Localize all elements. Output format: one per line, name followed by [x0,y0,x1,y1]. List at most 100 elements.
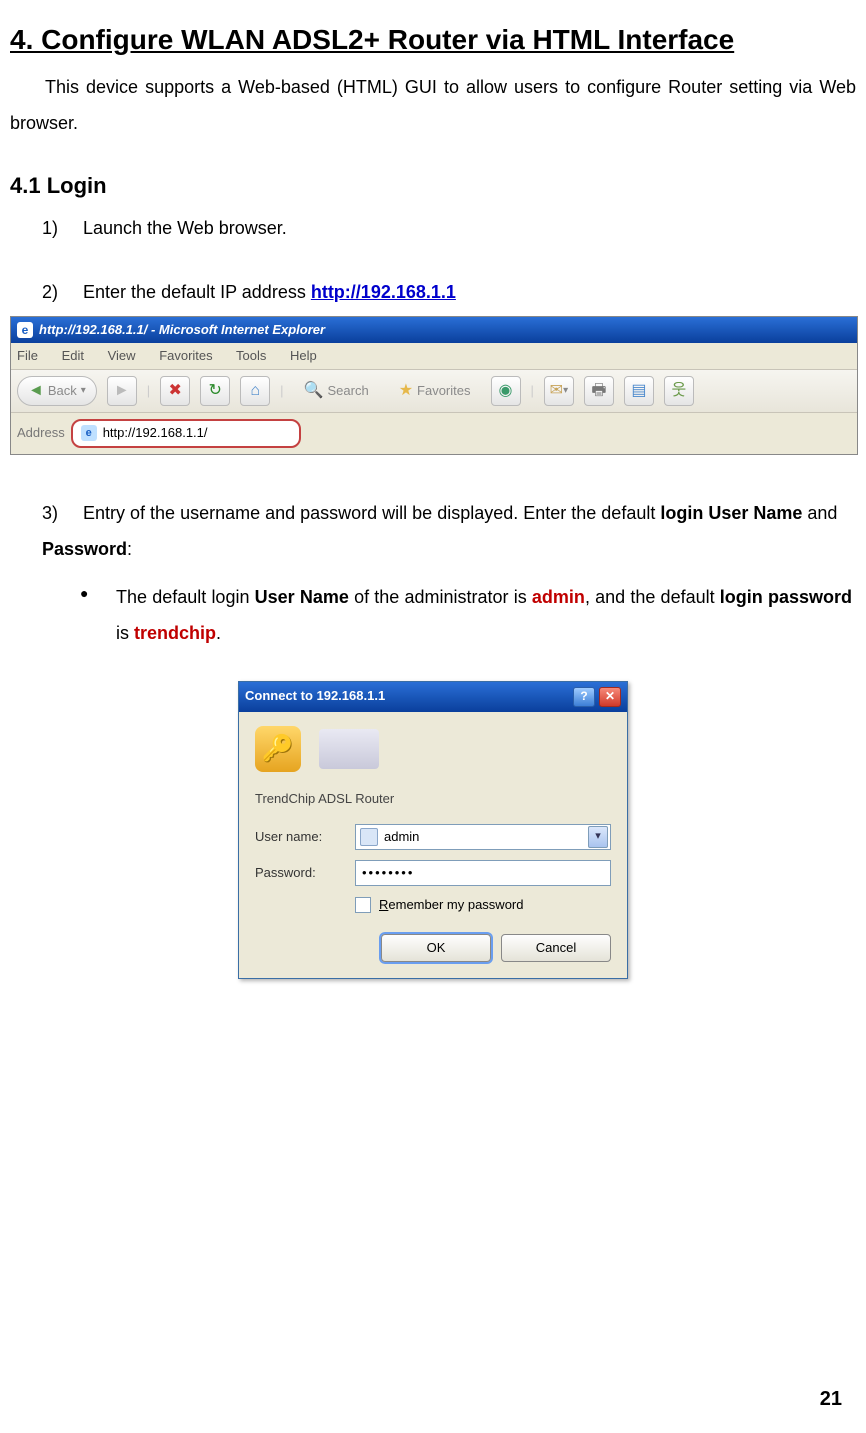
step-3-bold1: login User Name [660,503,802,523]
bullet-p3: , and the default [585,587,720,607]
media-icon: ◉ [499,380,513,402]
dialog-header-art: 🔑 [255,726,611,772]
realm-text: TrendChip ADSL Router [255,790,611,808]
search-icon: 🔍 [304,380,324,402]
cancel-label: Cancel [536,939,576,957]
password-masked: •••••••• [362,864,414,882]
bullet-b2: login password [720,587,852,607]
auth-dialog-screenshot: Connect to 192.168.1.1 ? ✕ 🔑 TrendChip A… [238,681,628,979]
password-row: Password: •••••••• [255,860,611,886]
browser-menubar: File Edit View Favorites Tools Help [11,343,857,370]
menu-help[interactable]: Help [290,348,317,363]
step-3-mid: and [802,503,837,523]
keys-icon: 🔑 [255,726,301,772]
stop-icon: ✖ [168,380,181,402]
ie-logo-icon: e [17,322,33,338]
refresh-button[interactable]: ↻ [200,376,230,406]
browser-title-text: http://192.168.1.1/ - Microsoft Internet… [39,321,325,339]
messenger-icon: 웃 [672,380,687,402]
dialog-body: 🔑 TrendChip ADSL Router User name: admin… [239,712,627,978]
search-label: Search [327,382,368,400]
dialog-buttons: OK Cancel [255,934,611,962]
favorites-label: Favorites [417,382,470,400]
username-value: admin [384,828,588,846]
step-3-number: 3) [42,495,78,531]
browser-screenshot: e http://192.168.1.1/ - Microsoft Intern… [10,316,858,455]
menu-view[interactable]: View [108,348,136,363]
menu-edit[interactable]: Edit [62,348,84,363]
help-button[interactable]: ? [573,687,595,707]
browser-titlebar: e http://192.168.1.1/ - Microsoft Intern… [11,317,857,343]
user-icon [360,828,378,846]
bullet-p4: is [116,623,134,643]
back-label: Back [48,382,77,400]
bullet-item: ● The default login User Name of the adm… [80,579,856,651]
search-button[interactable]: 🔍 Search [294,377,379,405]
favorites-button[interactable]: ★ Favorites [389,377,481,405]
bullet-b1: User Name [255,587,349,607]
page-number: 21 [820,1385,842,1413]
bullet-p1: The default login [116,587,255,607]
chevron-down-icon[interactable]: ▾ [588,826,608,848]
dialog-title-text: Connect to 192.168.1.1 [245,687,385,705]
step-2-number: 2) [42,274,78,310]
bullet-p2: of the administrator is [349,587,532,607]
bullet-value-username: admin [532,587,585,607]
step-1: 1) Launch the Web browser. [42,210,856,246]
page-icon: e [81,425,97,441]
browser-toolbar: ◄ Back ▾ ► | ✖ ↻ ⌂ | 🔍 Search ★ Favorite… [11,370,857,413]
chevron-down-icon: ▾ [81,384,86,398]
mail-icon: ✉ [550,380,563,402]
username-row: User name: admin ▾ [255,824,611,850]
intro-text: This device supports a Web-based (HTML) … [10,77,856,133]
step-3-post: : [127,539,132,559]
print-icon: 🖶 [591,380,606,402]
stop-button[interactable]: ✖ [160,376,190,406]
menu-tools[interactable]: Tools [236,348,266,363]
server-icon [319,729,379,769]
step-3-pre: Entry of the username and password will … [83,503,660,523]
close-button[interactable]: ✕ [599,687,621,707]
ok-label: OK [427,939,446,957]
cancel-button[interactable]: Cancel [501,934,611,962]
intro-paragraph: This device supports a Web-based (HTML) … [10,69,856,141]
media-button[interactable]: ◉ [491,376,521,406]
forward-arrow-icon: ► [114,380,130,402]
default-ip-link[interactable]: http://192.168.1.1 [311,282,456,302]
address-field[interactable]: e http://192.168.1.1/ [71,419,301,447]
back-button[interactable]: ◄ Back ▾ [17,376,97,406]
bullet-value-password: trendchip [134,623,216,643]
bullet-p5: . [216,623,221,643]
username-label: User name: [255,828,355,846]
mail-button[interactable]: ✉▾ [544,376,574,406]
step-1-number: 1) [42,210,78,246]
refresh-icon: ↻ [208,380,221,402]
menu-file[interactable]: File [17,348,38,363]
ok-button[interactable]: OK [381,934,491,962]
print-button[interactable]: 🖶 [584,376,614,406]
step-3-bold2: Password [42,539,127,559]
step-1-text: Launch the Web browser. [83,218,287,238]
username-combobox[interactable]: admin ▾ [355,824,611,850]
remember-label: Remember my password [379,896,524,914]
password-label: Password: [255,864,355,882]
address-label: Address [17,424,65,442]
auth-dialog: Connect to 192.168.1.1 ? ✕ 🔑 TrendChip A… [238,681,628,979]
bullet-icon: ● [80,579,116,607]
edit-button[interactable]: ▤ [624,376,654,406]
star-icon: ★ [399,380,413,402]
home-button[interactable]: ⌂ [240,376,270,406]
step-2: 2) Enter the default IP address http://1… [42,274,856,310]
home-icon: ⌂ [250,380,260,402]
address-value: http://192.168.1.1/ [103,424,208,442]
messenger-button[interactable]: 웃 [664,376,694,406]
dialog-titlebar: Connect to 192.168.1.1 ? ✕ [239,682,627,712]
back-arrow-icon: ◄ [28,380,44,402]
password-input[interactable]: •••••••• [355,860,611,886]
step-2-text: Enter the default IP address [83,282,311,302]
forward-button[interactable]: ► [107,376,137,406]
menu-favorites[interactable]: Favorites [159,348,212,363]
remember-row: Remember my password [355,896,611,914]
step-3: 3) Entry of the username and password wi… [42,495,856,567]
remember-checkbox[interactable] [355,897,371,913]
